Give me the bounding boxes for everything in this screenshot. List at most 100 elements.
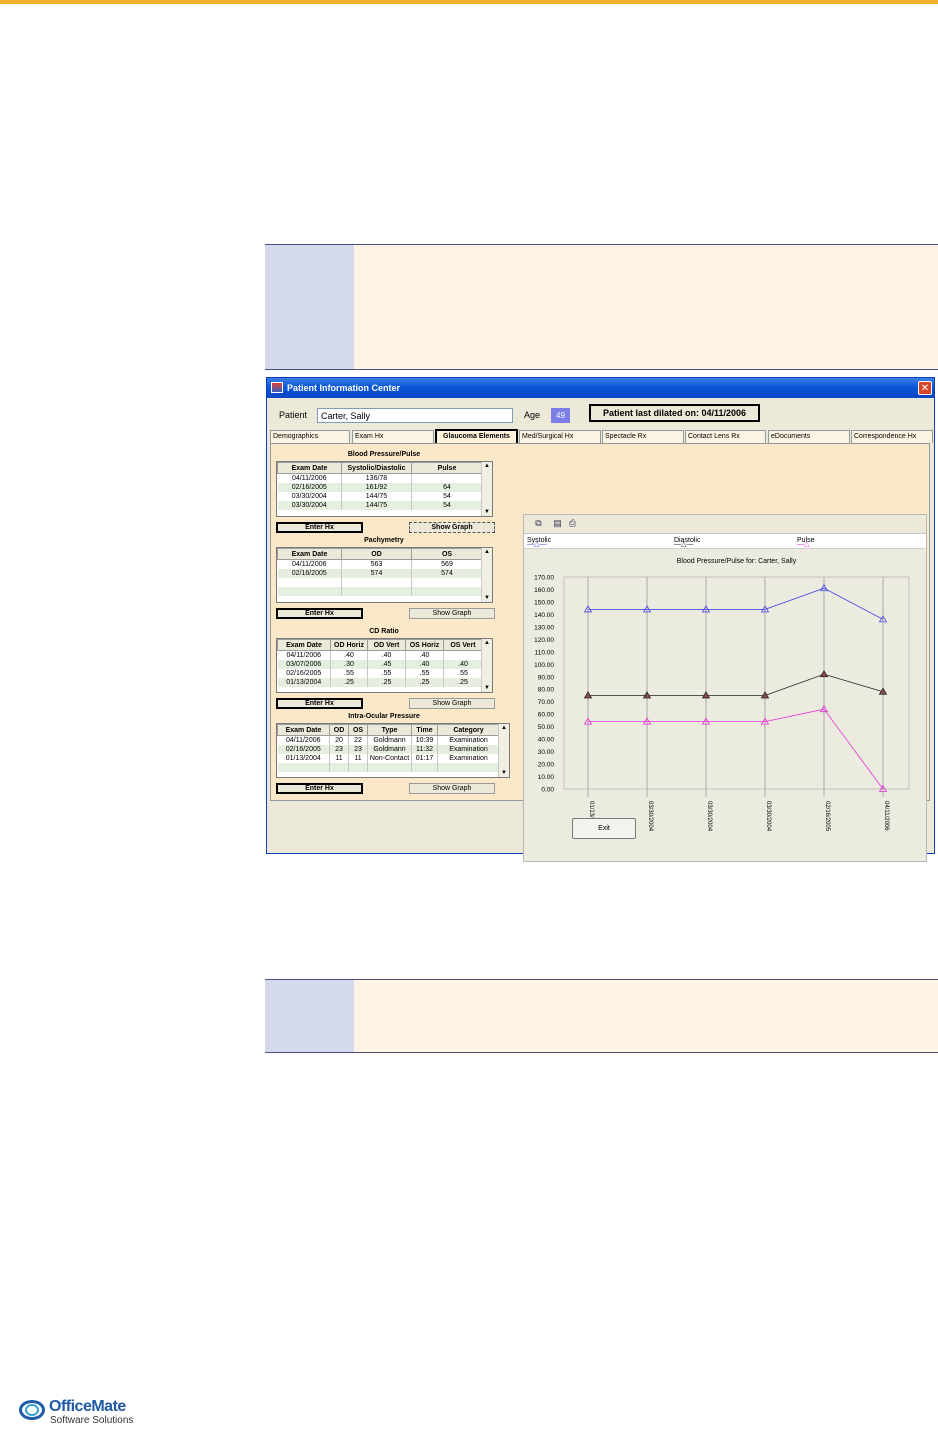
- table-row[interactable]: 04/11/2006 563 569: [277, 559, 483, 569]
- cell: 23: [329, 745, 349, 754]
- cell: 574: [341, 569, 412, 578]
- table-row[interactable]: 04/11/2006 136/78: [277, 473, 483, 483]
- table-row[interactable]: 01/13/2004.25.25.25.25: [277, 678, 483, 687]
- scroll-up-icon[interactable]: ▲: [499, 725, 509, 731]
- cell: .40: [405, 650, 444, 660]
- iop-col-header[interactable]: OD: [329, 724, 349, 736]
- cd-col-header[interactable]: OD Horiz: [330, 639, 368, 651]
- exit-button[interactable]: Exit: [572, 818, 636, 839]
- scroll-down-icon[interactable]: ▼: [482, 685, 492, 691]
- cd-ratio-grid[interactable]: Exam Date OD Horiz OD Vert OS Horiz OS V…: [276, 638, 493, 693]
- cell: 144/75: [341, 501, 412, 510]
- cell: Examination: [437, 735, 500, 745]
- scroll-up-icon[interactable]: ▲: [482, 549, 492, 555]
- cd-ratio-scrollbar[interactable]: ▲ ▼: [481, 639, 492, 692]
- y-tick-label: 20.00: [538, 762, 555, 769]
- bp-show-graph-button[interactable]: Show Graph: [409, 522, 495, 533]
- scroll-down-icon[interactable]: ▼: [482, 595, 492, 601]
- table-row[interactable]: 02/16/2005 23 23 Goldmann 11:32 Examination: [277, 745, 500, 754]
- pachymetry-col-header[interactable]: OD: [341, 548, 412, 560]
- table-row[interactable]: 03/30/2004 144/75 54: [277, 501, 483, 510]
- cell: 01/13/2004: [277, 754, 330, 763]
- export-icon[interactable]: ▤: [552, 518, 563, 529]
- scroll-down-icon[interactable]: ▼: [482, 509, 492, 515]
- tab-demographics[interactable]: Demographics: [270, 430, 350, 443]
- y-tick-label: 80.00: [538, 687, 555, 694]
- pachymetry-show-graph-button[interactable]: Show Graph: [409, 608, 495, 619]
- scroll-down-icon[interactable]: ▼: [499, 770, 509, 776]
- legend-item-diastolic: —△— Diastolic: [674, 537, 701, 548]
- table-row[interactable]: 01/13/2004 11 11 Non-Contact 01:17 Examinatio…: [277, 754, 500, 763]
- iop-col-header[interactable]: Category: [437, 724, 500, 736]
- cell: 11: [348, 754, 368, 763]
- title-bar[interactable]: Patient Information Center ✕: [267, 378, 934, 398]
- iop-col-header[interactable]: OS: [348, 724, 368, 736]
- cd-ratio-show-graph-button[interactable]: Show Graph: [409, 698, 495, 709]
- legend-item-pulse: —△— Pulse: [797, 537, 815, 555]
- iop-show-graph-button[interactable]: Show Graph: [409, 783, 495, 794]
- bp-scrollbar[interactable]: ▲ ▼: [481, 462, 492, 516]
- pachymetry-scrollbar[interactable]: ▲ ▼: [481, 548, 492, 602]
- tab-edocuments[interactable]: eDocuments: [768, 430, 850, 443]
- iop-col-header[interactable]: Type: [367, 724, 412, 736]
- bp-col-header[interactable]: Exam Date: [277, 462, 342, 474]
- pachymetry-grid[interactable]: Exam Date OD OS 04/11/2006 563 569 02/16/2…: [276, 547, 493, 603]
- cd-ratio-enter-hx-button[interactable]: Enter Hx: [276, 698, 363, 709]
- bp-enter-hx-button[interactable]: Enter Hx: [276, 522, 363, 533]
- tab-contact-lens-rx[interactable]: Contact Lens Rx: [685, 430, 766, 443]
- cell: .55: [330, 669, 368, 678]
- iop-title: Intra-Ocular Pressure: [348, 713, 420, 720]
- scroll-up-icon[interactable]: ▲: [482, 640, 492, 646]
- cd-col-header[interactable]: OS Vert: [443, 639, 483, 651]
- cell: Goldmann: [367, 735, 412, 745]
- y-tick-label: 160.00: [534, 587, 554, 594]
- cd-col-header[interactable]: OS Horiz: [405, 639, 444, 651]
- copy-icon[interactable]: ⧉: [533, 518, 544, 529]
- cell: .45: [367, 660, 406, 669]
- table-row[interactable]: 04/11/2006.40.40.40: [277, 650, 483, 660]
- cell: 563: [341, 559, 412, 569]
- cell: 161/92: [341, 483, 412, 492]
- table-row[interactable]: 03/30/2004 144/75 54: [277, 492, 483, 501]
- cell: Examination: [437, 745, 500, 754]
- bp-col-header[interactable]: Systolic/Diastolic: [341, 462, 412, 474]
- scroll-up-icon[interactable]: ▲: [482, 463, 492, 469]
- cell: .25: [405, 678, 444, 687]
- print-icon[interactable]: ⎙: [567, 518, 578, 529]
- cell: .55: [405, 669, 444, 678]
- iop-scrollbar[interactable]: ▲ ▼: [498, 724, 509, 777]
- note-box: [265, 979, 938, 1053]
- tab-med-surgical-hx[interactable]: Med/Surgical Hx: [519, 430, 601, 443]
- cell: .40: [405, 660, 444, 669]
- pachymetry-col-header[interactable]: Exam Date: [277, 548, 342, 560]
- note-sidebar: [265, 245, 354, 369]
- iop-grid[interactable]: Exam Date OD OS Type Time Category 04/11…: [276, 723, 510, 778]
- table-row[interactable]: 04/11/2006 20 22 Goldmann 10:39 Examination: [277, 735, 500, 745]
- bp-grid[interactable]: Exam Date Systolic/Diastolic Pulse 04/11…: [276, 461, 493, 517]
- cell: 54: [411, 492, 483, 501]
- table-row[interactable]: 02/16/2005 574 574: [277, 569, 483, 578]
- bp-col-header[interactable]: Pulse: [411, 462, 483, 474]
- tab-exam-hx[interactable]: Exam Hx: [352, 430, 434, 443]
- iop-col-header[interactable]: Exam Date: [277, 724, 330, 736]
- tab-glaucoma-elements[interactable]: Glaucoma Elements: [435, 429, 518, 444]
- y-tick-label: 90.00: [538, 674, 555, 681]
- cd-col-header[interactable]: OD Vert: [367, 639, 406, 651]
- patient-name-field[interactable]: Carter, Sally: [317, 408, 513, 423]
- tab-spectacle-rx[interactable]: Spectacle Rx: [602, 430, 684, 443]
- pachymetry-col-header[interactable]: OS: [411, 548, 483, 560]
- table-row[interactable]: 03/07/2006.30.45.40.40: [277, 660, 483, 669]
- cd-col-header[interactable]: Exam Date: [277, 639, 331, 651]
- x-tick-label: 03/30/2004: [706, 801, 712, 832]
- table-row[interactable]: 02/16/2005 161/92 64: [277, 483, 483, 492]
- close-icon[interactable]: ✕: [918, 381, 932, 395]
- iop-enter-hx-button[interactable]: Enter Hx: [276, 783, 363, 794]
- table-row[interactable]: 02/16/2005.55.55.55.55: [277, 669, 483, 678]
- y-tick-label: 50.00: [538, 724, 555, 731]
- iop-col-header[interactable]: Time: [411, 724, 438, 736]
- cell: Examination: [437, 754, 500, 763]
- cell: 569: [411, 559, 483, 569]
- pachymetry-enter-hx-button[interactable]: Enter Hx: [276, 608, 363, 619]
- x-tick-label: 03/30/2004: [647, 801, 653, 832]
- tab-correspondence-hx[interactable]: Correspondence Hx: [851, 430, 933, 443]
